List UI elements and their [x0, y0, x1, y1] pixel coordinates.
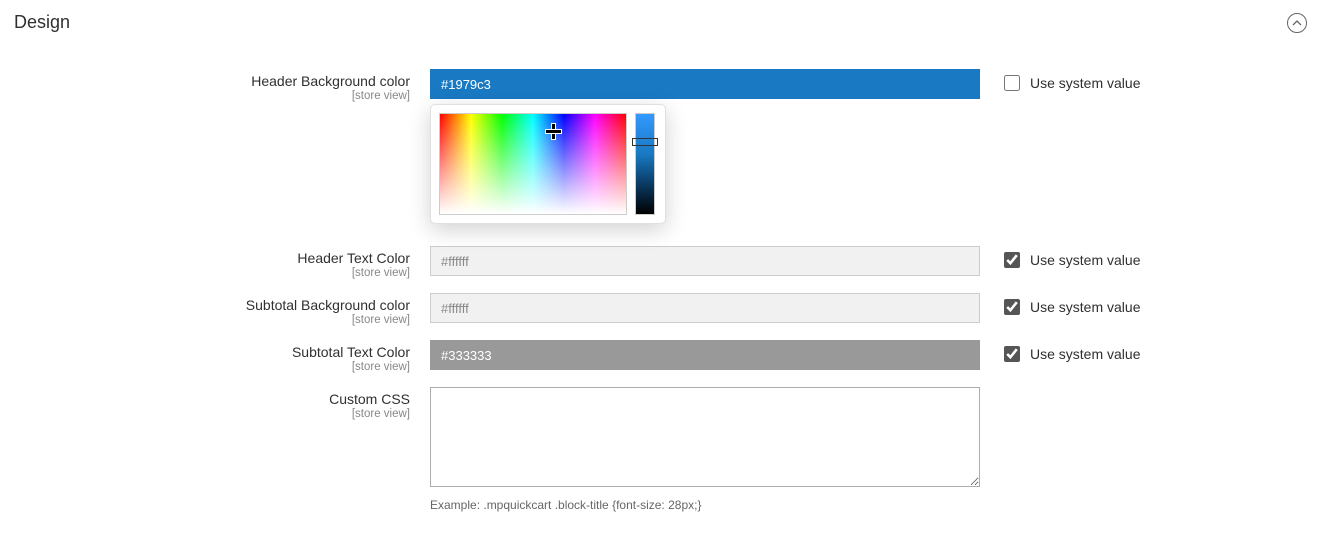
use-system-label: Use system value	[1030, 299, 1140, 315]
scope-label: [store view]	[0, 90, 410, 102]
row-custom-css: Custom CSS [store view] Example: .mpquic…	[0, 387, 1325, 512]
use-system-label: Use system value	[1030, 346, 1140, 362]
label-header-bg: Header Background color	[0, 73, 410, 89]
checkbox-use-system-header-text[interactable]	[1004, 252, 1020, 268]
color-picker-slider-handle[interactable]	[632, 138, 658, 146]
input-header-text-color	[430, 246, 980, 276]
input-subtotal-bg-color	[430, 293, 980, 323]
helper-custom-css: Example: .mpquickcart .block-title {font…	[430, 498, 980, 512]
label-subtotal-text: Subtotal Text Color	[0, 344, 410, 360]
checkbox-use-system-subtotal-bg[interactable]	[1004, 299, 1020, 315]
input-header-bg-color[interactable]	[430, 69, 980, 99]
input-subtotal-text-color	[430, 340, 980, 370]
row-header-text: Header Text Color [store view] Use syste…	[0, 246, 1325, 279]
collapse-toggle-icon[interactable]	[1287, 13, 1307, 33]
scope-label: [store view]	[0, 361, 410, 373]
design-form: Header Background color [store view] Use…	[0, 45, 1325, 546]
row-subtotal-bg: Subtotal Background color [store view] U…	[0, 293, 1325, 326]
section-title: Design	[14, 12, 70, 33]
checkbox-use-system-header-bg[interactable]	[1004, 75, 1020, 91]
use-system-label: Use system value	[1030, 75, 1140, 91]
color-picker-hue-sat-area[interactable]	[439, 113, 627, 215]
scope-label: [store view]	[0, 408, 410, 420]
scope-label: [store view]	[0, 267, 410, 279]
label-header-text: Header Text Color	[0, 250, 410, 266]
use-system-label: Use system value	[1030, 252, 1140, 268]
row-header-bg: Header Background color [store view] Use…	[0, 69, 1325, 102]
color-picker-popover	[430, 104, 666, 224]
label-custom-css: Custom CSS	[0, 391, 410, 407]
label-subtotal-bg: Subtotal Background color	[0, 297, 410, 313]
scope-label: [store view]	[0, 314, 410, 326]
color-picker-lightness-strip[interactable]	[635, 113, 655, 215]
checkbox-use-system-subtotal-text[interactable]	[1004, 346, 1020, 362]
color-picker-crosshair-icon	[546, 124, 561, 139]
textarea-custom-css[interactable]	[430, 387, 980, 487]
row-subtotal-text: Subtotal Text Color [store view] Use sys…	[0, 340, 1325, 373]
